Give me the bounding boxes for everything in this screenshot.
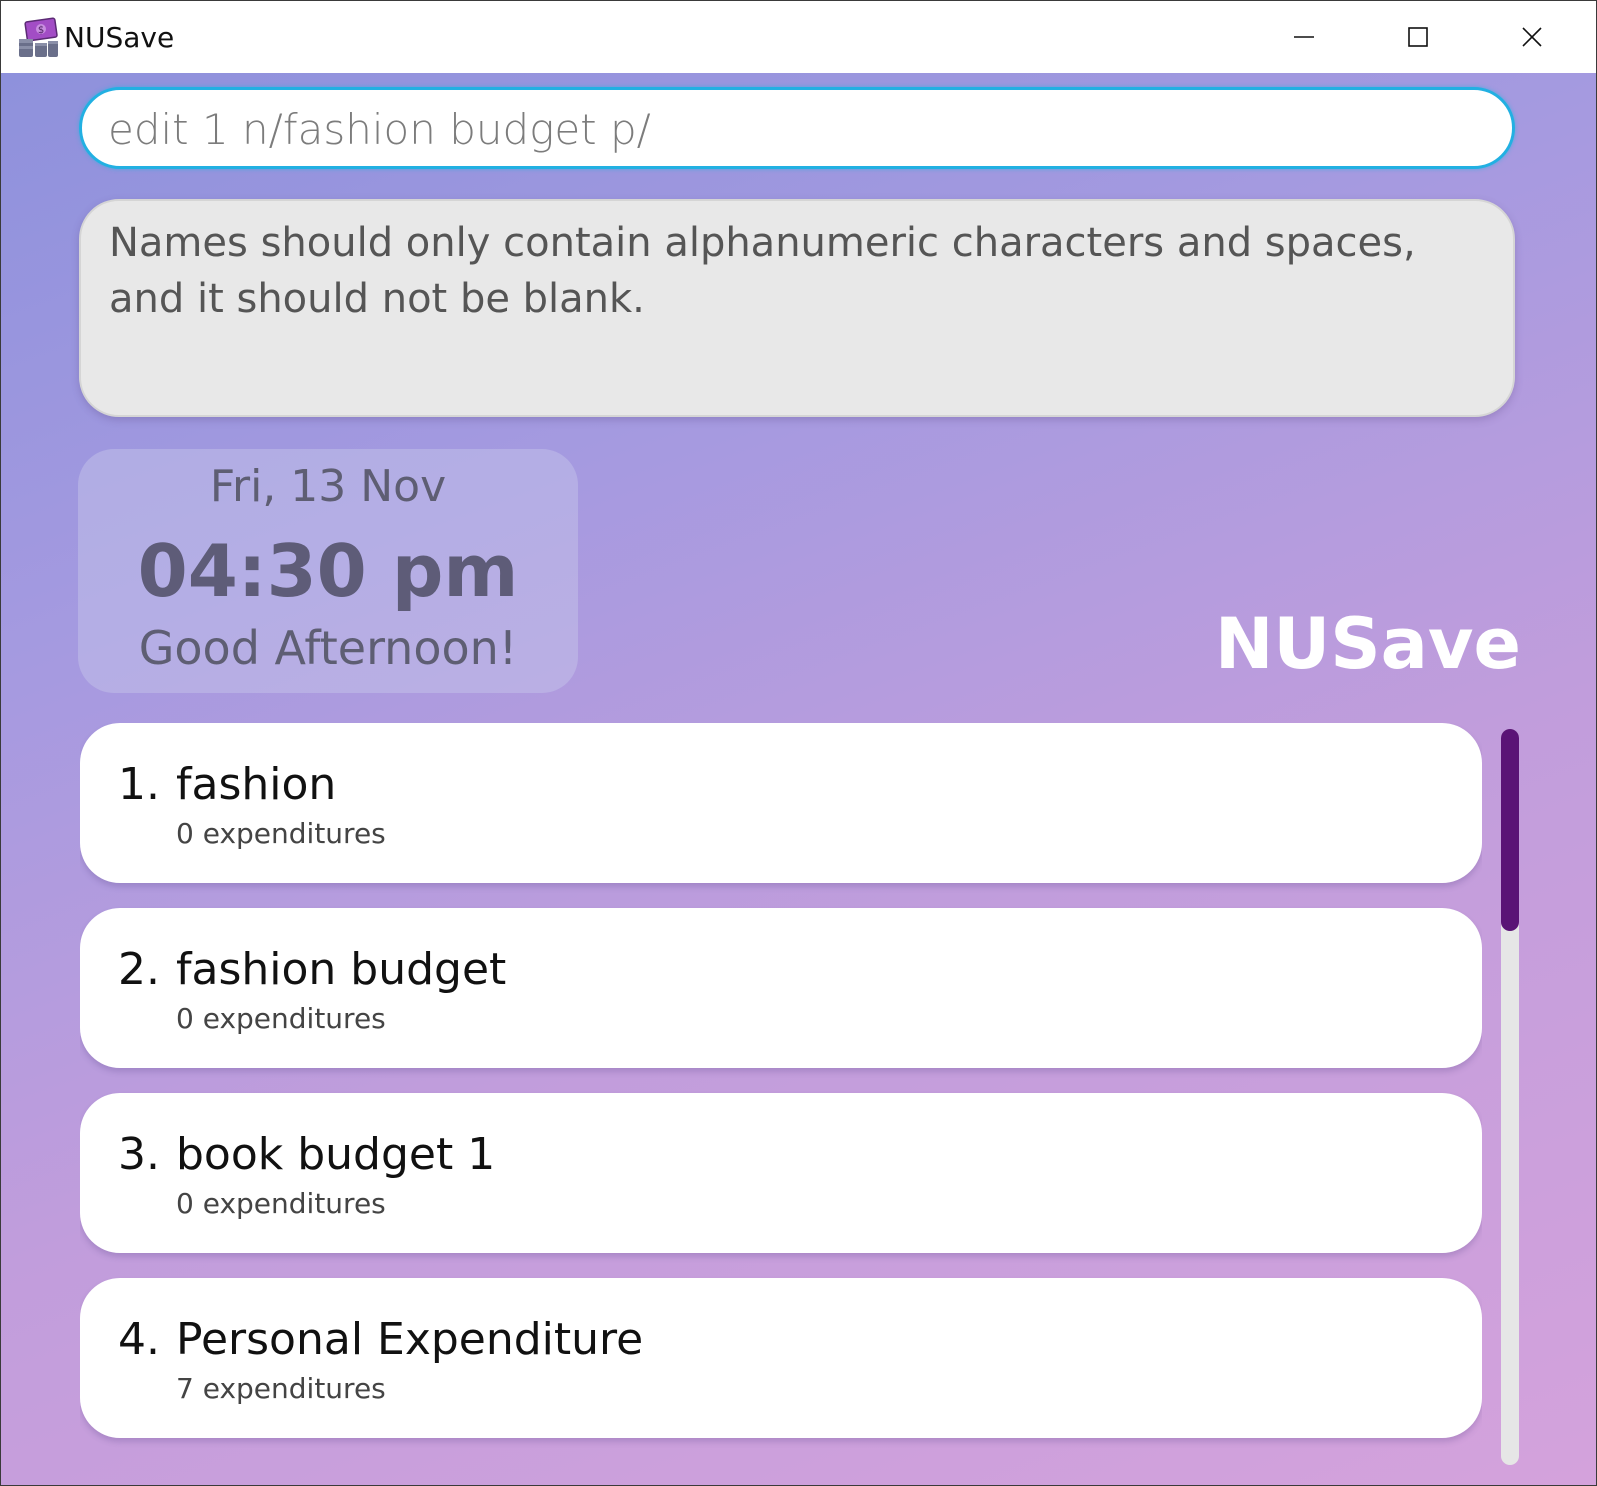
command-input[interactable] (108, 100, 1488, 158)
budget-name: Personal Expenditure (176, 1314, 644, 1365)
clock-panel: Fri, 13 Nov 04:30 pm Good Afternoon! (78, 449, 578, 693)
maximize-icon (1408, 27, 1428, 47)
budget-expenditure-count: 0 expenditures (176, 1187, 386, 1220)
minimize-button[interactable] (1247, 1, 1361, 73)
budget-index: 1. (118, 759, 160, 810)
command-box[interactable] (79, 87, 1515, 169)
maximize-button[interactable] (1361, 1, 1475, 73)
budget-list[interactable]: 1. fashion 0 expenditures 2. fashion bud… (80, 723, 1482, 1485)
close-icon (1522, 27, 1542, 47)
budget-expenditure-count: 7 expenditures (176, 1372, 386, 1405)
budget-index: 4. (118, 1314, 160, 1365)
clock-time: 04:30 pm (137, 529, 519, 613)
budget-name: fashion budget (176, 944, 507, 995)
money-stack-icon: $ (17, 17, 59, 59)
budget-index: 3. (118, 1129, 160, 1180)
list-item[interactable]: 3. book budget 1 0 expenditures (80, 1093, 1482, 1253)
budget-index: 2. (118, 944, 160, 995)
minimize-icon (1294, 36, 1314, 38)
window-title: NUSave (64, 21, 175, 54)
result-display: Names should only contain alphanumeric c… (79, 199, 1515, 417)
brand-label: NUSave (1214, 603, 1521, 685)
result-message: Names should only contain alphanumeric c… (109, 220, 1416, 322)
scrollbar-thumb[interactable] (1501, 729, 1519, 931)
budget-name: book budget 1 (176, 1129, 496, 1180)
app-window: $ NUSave edit 1 n/fashion budget p/ Name… (0, 0, 1597, 1486)
list-item[interactable]: 2. fashion budget 0 expenditures (80, 908, 1482, 1068)
list-item[interactable]: 1. fashion 0 expenditures (80, 723, 1482, 883)
close-button[interactable] (1475, 1, 1589, 73)
budget-expenditure-count: 0 expenditures (176, 817, 386, 850)
budget-name: fashion (176, 759, 337, 810)
budget-expenditure-count: 0 expenditures (176, 1002, 386, 1035)
main-content: Names should only contain alphanumeric c… (1, 73, 1596, 1485)
svg-text:$: $ (38, 25, 44, 36)
clock-greeting: Good Afternoon! (138, 621, 518, 675)
scrollbar-track[interactable] (1501, 729, 1519, 1465)
clock-date: Fri, 13 Nov (209, 461, 447, 512)
title-bar[interactable]: $ NUSave (1, 1, 1596, 73)
list-item[interactable]: 4. Personal Expenditure 7 expenditures (80, 1278, 1482, 1438)
